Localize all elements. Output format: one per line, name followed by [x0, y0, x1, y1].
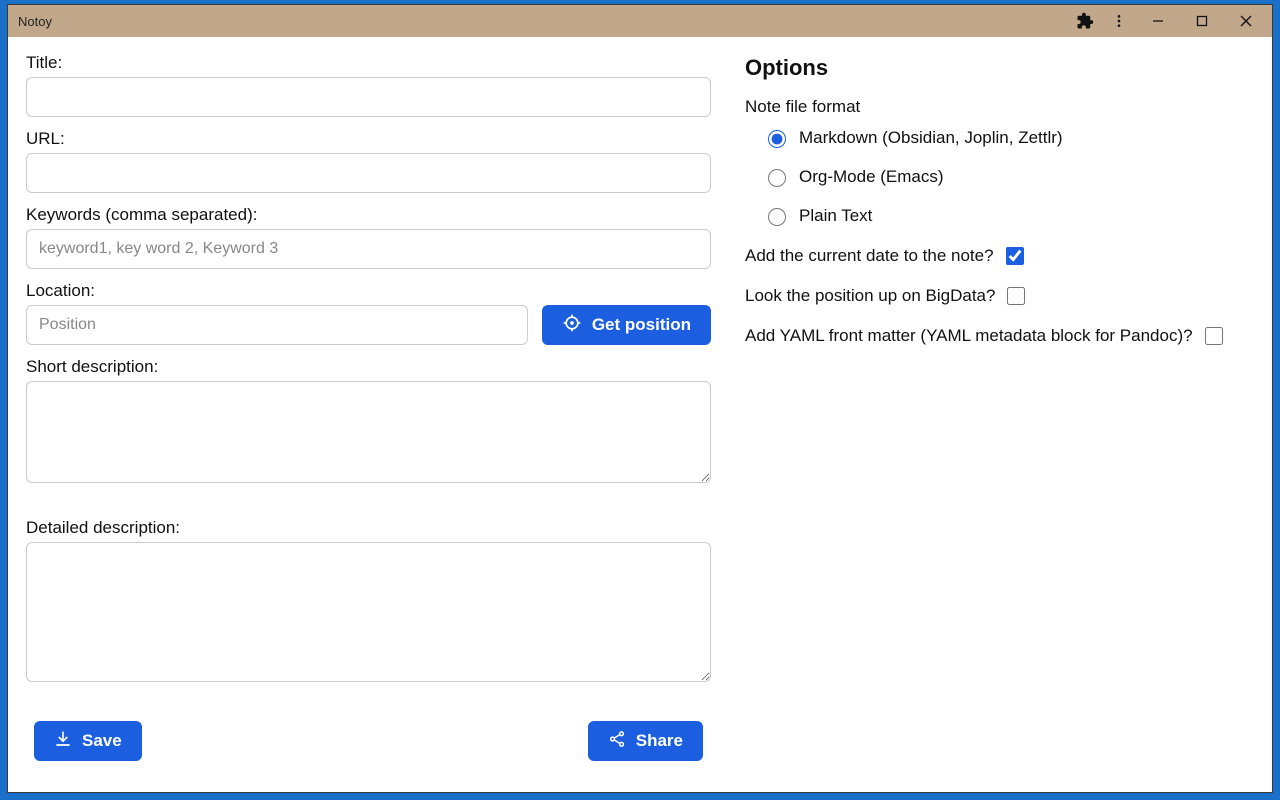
radio-orgmode-label: Org-Mode (Emacs)	[799, 167, 944, 187]
url-label: URL:	[26, 129, 711, 149]
url-input[interactable]	[26, 153, 711, 193]
app-window: Notoy Title: URL:	[7, 4, 1273, 793]
get-position-label: Get position	[592, 315, 691, 335]
radio-markdown-input[interactable]	[768, 130, 786, 148]
radio-plaintext-input[interactable]	[768, 208, 786, 226]
yaml-label: Add YAML front matter (YAML metadata blo…	[745, 326, 1193, 346]
radio-orgmode-input[interactable]	[768, 169, 786, 187]
share-icon	[608, 730, 626, 753]
close-button[interactable]	[1224, 5, 1268, 37]
kebab-menu-icon[interactable]	[1102, 5, 1136, 37]
download-icon	[54, 730, 72, 753]
extension-icon[interactable]	[1068, 5, 1102, 37]
bigdata-checkbox[interactable]	[1007, 287, 1025, 305]
save-label: Save	[82, 731, 122, 751]
radio-plaintext[interactable]: Plain Text	[763, 205, 1254, 226]
radio-orgmode[interactable]: Org-Mode (Emacs)	[763, 166, 1254, 187]
options-heading: Options	[745, 55, 1254, 81]
yaml-checkbox[interactable]	[1205, 327, 1223, 345]
share-button[interactable]: Share	[588, 721, 703, 761]
location-input[interactable]	[26, 305, 528, 345]
detailed-desc-label: Detailed description:	[26, 518, 711, 538]
format-radio-group: Markdown (Obsidian, Joplin, Zettlr) Org-…	[745, 127, 1254, 226]
get-position-button[interactable]: Get position	[542, 305, 711, 345]
short-desc-textarea[interactable]	[26, 381, 711, 483]
minimize-button[interactable]	[1136, 5, 1180, 37]
add-date-label: Add the current date to the note?	[745, 246, 994, 266]
keywords-input[interactable]	[26, 229, 711, 269]
title-input[interactable]	[26, 77, 711, 117]
location-label: Location:	[26, 281, 711, 301]
radio-markdown-label: Markdown (Obsidian, Joplin, Zettlr)	[799, 128, 1063, 148]
options-panel: Options Note file format Markdown (Obsid…	[745, 53, 1254, 776]
bigdata-label: Look the position up on BigData?	[745, 286, 995, 306]
radio-plaintext-label: Plain Text	[799, 206, 872, 226]
detailed-desc-textarea[interactable]	[26, 542, 711, 682]
title-label: Title:	[26, 53, 711, 73]
maximize-button[interactable]	[1180, 5, 1224, 37]
note-form: Title: URL: Keywords (comma separated): …	[26, 53, 711, 776]
format-label: Note file format	[745, 97, 1254, 117]
save-button[interactable]: Save	[34, 721, 142, 761]
target-icon	[562, 313, 582, 338]
content-area: Title: URL: Keywords (comma separated): …	[8, 37, 1272, 792]
short-desc-label: Short description:	[26, 357, 711, 377]
titlebar: Notoy	[8, 5, 1272, 37]
keywords-label: Keywords (comma separated):	[26, 205, 711, 225]
window-title: Notoy	[18, 14, 52, 29]
add-date-checkbox[interactable]	[1006, 247, 1024, 265]
radio-markdown[interactable]: Markdown (Obsidian, Joplin, Zettlr)	[763, 127, 1254, 148]
share-label: Share	[636, 731, 683, 751]
